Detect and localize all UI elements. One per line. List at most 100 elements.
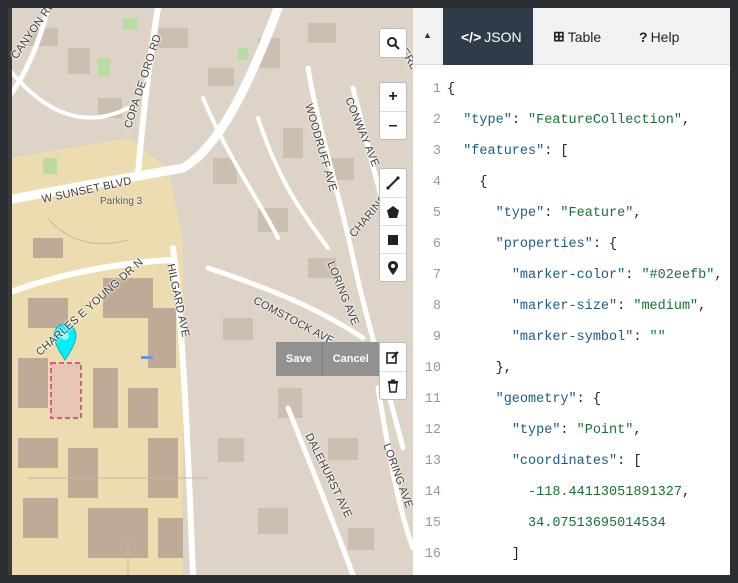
json-key: "marker-symbol" — [511, 329, 634, 345]
json-punct: , — [681, 484, 691, 500]
collapse-panel-icon[interactable]: ▲ — [423, 30, 432, 40]
json-key: "type" — [511, 422, 561, 438]
line-number: 2 — [432, 112, 441, 128]
json-key: "coordinates" — [511, 453, 618, 469]
editor-panel: ▲ </> JSON ⊞ Table ? Help 1{2 "type": "F… — [413, 8, 730, 575]
draw-polygon-icon[interactable] — [380, 197, 406, 225]
zoom-in-icon[interactable]: + — [380, 83, 406, 111]
draw-rectangle-icon[interactable] — [380, 225, 406, 253]
code-line[interactable]: 8 "marker-size": "medium", — [413, 295, 730, 317]
code-line[interactable]: 2 "type": "FeatureCollection", — [413, 109, 730, 131]
zoom-control: + – — [379, 82, 407, 140]
json-punct — [447, 144, 463, 159]
code-line[interactable]: 1{ — [413, 78, 730, 100]
line-number: 1 — [432, 81, 441, 97]
code-line[interactable]: 9 "marker-symbol": "" — [413, 326, 730, 348]
line-number: 14 — [424, 484, 441, 500]
tab-table[interactable]: ⊞ Table — [545, 8, 625, 65]
code-line[interactable]: 12 "type": "Point", — [413, 419, 730, 441]
help-icon: ? — [639, 28, 648, 45]
json-key: "marker-size" — [511, 298, 618, 314]
json-punct: : — [511, 112, 529, 128]
code-line[interactable]: 14 -118.44113051891327, — [413, 481, 730, 503]
line-number: 15 — [424, 515, 441, 531]
code-text: 34.07513695014534 — [447, 516, 666, 531]
code-line[interactable]: 11 "geometry": { — [413, 388, 730, 410]
json-key: "features" — [463, 143, 545, 159]
code-line[interactable]: 3 "features": [ — [413, 140, 730, 162]
line-number: 11 — [424, 391, 441, 407]
draw-line-icon[interactable] — [380, 169, 406, 197]
line-number: 8 — [432, 298, 441, 314]
search-icon[interactable] — [380, 29, 406, 57]
code-text: "marker-size": "medium", — [447, 299, 706, 314]
json-string: "" — [649, 329, 666, 345]
json-punct: : — [633, 329, 650, 345]
tab-bar: ▲ </> JSON ⊞ Table ? Help — [413, 8, 730, 65]
code-line[interactable]: 4 { — [413, 171, 730, 193]
map-view[interactable]: CANYON RD COPA DE ORO RD W SUNSET BLVD C… — [8, 8, 413, 575]
code-line[interactable]: 15 34.07513695014534 — [413, 512, 730, 534]
map-feature — [141, 356, 153, 359]
code-text: ] — [447, 547, 520, 562]
json-punct — [447, 330, 512, 345]
code-line[interactable]: 7 "marker-color": "#02eefb", — [413, 264, 730, 286]
code-line[interactable]: 5 "type": "Feature", — [413, 202, 730, 224]
line-number: 6 — [432, 236, 441, 252]
delete-layers-icon[interactable] — [380, 371, 406, 399]
json-punct — [447, 392, 496, 407]
tab-label: Help — [650, 28, 680, 45]
code-text: "features": [ — [447, 143, 569, 159]
code-icon: </> — [461, 28, 482, 45]
edit-layers-icon[interactable] — [380, 343, 406, 371]
line-number: 9 — [432, 329, 441, 345]
json-punct: { — [447, 81, 456, 97]
line-number: 10 — [424, 360, 441, 376]
cancel-button[interactable]: Cancel — [321, 342, 379, 376]
code-text: "marker-symbol": "" — [447, 330, 666, 345]
code-line[interactable]: 13 "coordinates": [ — [413, 450, 730, 472]
json-punct: : { — [576, 391, 601, 407]
json-string: "#02eefb" — [641, 267, 715, 283]
zoom-out-icon[interactable]: – — [380, 111, 406, 139]
line-number: 12 — [424, 422, 441, 438]
json-punct: : — [544, 205, 561, 221]
edit-toolbar — [379, 342, 407, 400]
json-string: "Point" — [576, 422, 634, 438]
json-punct — [447, 268, 512, 283]
code-text: "type": "Feature", — [447, 205, 642, 221]
json-punct: : [ — [544, 143, 569, 159]
json-punct: , — [633, 422, 642, 438]
code-text: -118.44113051891327, — [447, 485, 690, 500]
search-control[interactable] — [379, 28, 407, 58]
line-number: 3 — [432, 143, 441, 159]
json-punct: , — [633, 205, 642, 221]
json-string: "Feature" — [560, 205, 634, 221]
json-punct — [447, 237, 496, 252]
code-line[interactable]: 16 ] — [413, 543, 730, 565]
code-text: { — [447, 175, 487, 190]
code-line[interactable]: 6 "properties": { — [413, 233, 730, 255]
json-punct — [447, 485, 528, 500]
tab-help[interactable]: ? Help — [625, 8, 695, 65]
code-line[interactable]: 10 }, — [413, 357, 730, 379]
tab-json[interactable]: </> JSON — [443, 8, 533, 65]
code-text: { — [447, 82, 455, 97]
json-editor[interactable]: 1{2 "type": "FeatureCollection", 3 "featu… — [413, 78, 730, 575]
json-key: "type" — [495, 205, 545, 221]
json-string: "medium" — [633, 298, 699, 314]
code-text: "type": "FeatureCollection", — [447, 113, 690, 128]
json-punct — [447, 516, 528, 531]
draw-marker-icon[interactable] — [380, 253, 406, 281]
line-number: 5 — [432, 205, 441, 221]
code-text: }, — [447, 361, 512, 376]
json-key: "geometry" — [495, 391, 577, 407]
json-punct: : { — [592, 236, 618, 252]
json-number: 34.07513695014534 — [528, 515, 666, 531]
code-text: "properties": { — [447, 236, 618, 252]
json-punct — [447, 423, 512, 438]
json-punct: : — [625, 267, 642, 283]
tab-label: JSON — [484, 28, 522, 45]
save-button[interactable]: Save — [276, 342, 322, 376]
app-frame: CANYON RD COPA DE ORO RD W SUNSET BLVD C… — [8, 8, 730, 575]
